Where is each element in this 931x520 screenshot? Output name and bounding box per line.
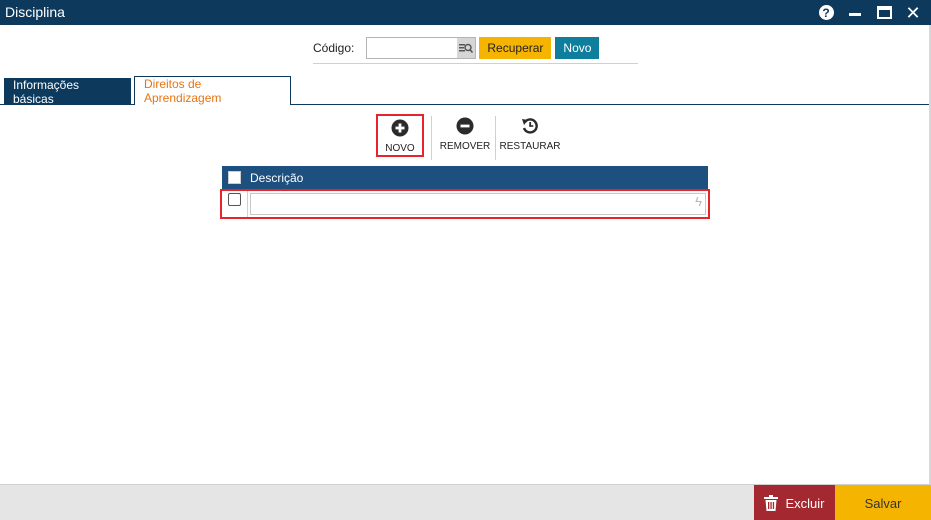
code-search-row: Código: Recuperar Novo [313, 37, 600, 59]
cell-divider [247, 191, 248, 217]
tab-label: Direitos de Aprendizagem [144, 77, 222, 105]
grid-header: Descrição [222, 166, 708, 189]
lightning-icon[interactable]: ϟ [695, 194, 702, 209]
toolbar-separator [431, 116, 432, 160]
restore-icon [522, 118, 538, 134]
delete-button[interactable]: Excluir [754, 485, 835, 520]
select-all-checkbox[interactable] [228, 171, 241, 184]
add-row-button[interactable]: NOVO [376, 114, 424, 157]
add-row-label: NOVO [385, 143, 415, 154]
code-label: Código: [313, 41, 355, 55]
minimize-icon [849, 13, 861, 16]
lookup-icon[interactable] [457, 38, 476, 58]
minimize-button[interactable] [843, 0, 867, 25]
remove-row-label: REMOVER [439, 141, 491, 152]
help-icon: ? [818, 5, 834, 20]
toolbar-separator [495, 116, 496, 160]
row-checkbox[interactable] [228, 193, 241, 206]
table-row: ϟ [220, 189, 710, 219]
title-bar: Disciplina ? ✕ [0, 0, 931, 25]
trash-icon [764, 495, 779, 511]
minus-circle-icon [456, 117, 474, 135]
restore-button[interactable]: RESTAURAR [499, 114, 561, 158]
remove-row-button[interactable]: REMOVER [440, 114, 490, 158]
close-button[interactable]: ✕ [901, 0, 925, 25]
code-input-wrap [366, 37, 477, 59]
tab-informacoes-basicas[interactable]: Informações básicas [4, 77, 131, 106]
plus-circle-icon [391, 119, 409, 137]
footer-bar: Excluir Salvar [0, 484, 931, 520]
help-button[interactable]: ? [814, 0, 838, 25]
column-header-descricao[interactable]: Descrição [250, 171, 303, 185]
tab-direitos-aprendizagem[interactable]: Direitos de Aprendizagem [134, 76, 291, 105]
recover-button[interactable]: Recuperar [479, 37, 552, 59]
save-button[interactable]: Salvar [835, 485, 931, 520]
close-icon: ✕ [905, 2, 921, 23]
maximize-button[interactable] [872, 0, 896, 25]
search-divider [313, 63, 638, 64]
tab-bar: Informações básicas Direitos de Aprendiz… [0, 76, 931, 106]
delete-label: Excluir [785, 495, 825, 511]
window-title: Disciplina [5, 4, 65, 20]
restore-label: RESTAURAR [499, 141, 561, 152]
maximize-icon [876, 6, 892, 19]
descricao-cell-input[interactable] [250, 193, 706, 215]
tab-divider [291, 104, 931, 105]
new-record-button[interactable]: Novo [555, 37, 600, 59]
tab-divider-left [0, 104, 134, 105]
tab-label: Informações básicas [13, 77, 80, 106]
